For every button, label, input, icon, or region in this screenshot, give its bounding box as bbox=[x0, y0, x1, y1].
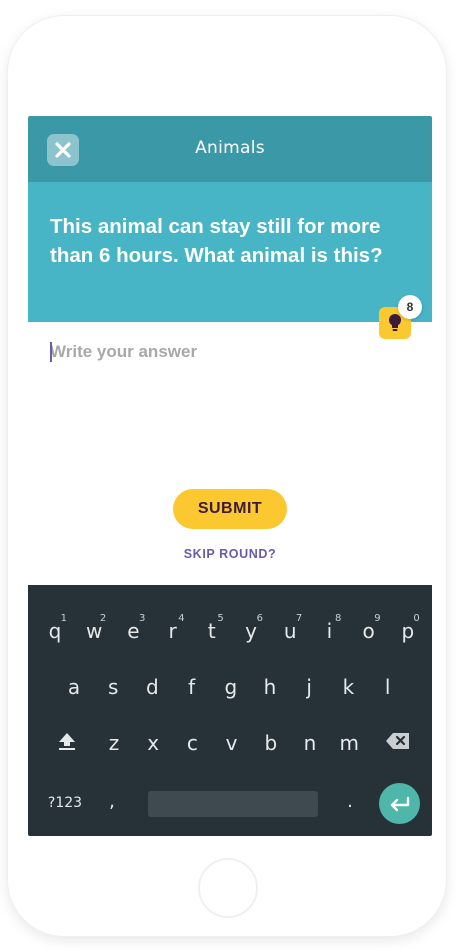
key-w[interactable]: 2w bbox=[76, 609, 112, 653]
header-bar: Animals bbox=[28, 116, 432, 182]
backspace-icon bbox=[386, 733, 409, 749]
key-number-hint: 2 bbox=[99, 613, 107, 624]
key-label: p bbox=[401, 619, 415, 643]
key-i[interactable]: 8i bbox=[311, 609, 347, 653]
key-label: e bbox=[127, 619, 140, 643]
key-o[interactable]: 9o bbox=[351, 609, 387, 653]
space-key[interactable] bbox=[148, 791, 318, 817]
key-p[interactable]: 0p bbox=[390, 609, 426, 653]
key-z[interactable]: z bbox=[96, 721, 132, 765]
key-d[interactable]: d bbox=[134, 665, 170, 709]
key-number-hint: 8 bbox=[335, 613, 342, 624]
key-label: i bbox=[326, 619, 333, 643]
question-text: This animal can stay still for more than… bbox=[50, 215, 383, 267]
key-number-hint: 4 bbox=[178, 613, 185, 624]
key-f[interactable]: f bbox=[174, 665, 210, 709]
key-label: q bbox=[48, 619, 62, 643]
key-v[interactable]: v bbox=[214, 721, 250, 765]
key-j[interactable]: j bbox=[291, 665, 327, 709]
key-number-hint: 0 bbox=[413, 613, 420, 624]
key-number-hint: 1 bbox=[60, 613, 67, 624]
key-r[interactable]: 4r bbox=[155, 609, 191, 653]
key-q[interactable]: 1q bbox=[37, 609, 73, 653]
key-label: o bbox=[362, 619, 375, 643]
key-m[interactable]: m bbox=[331, 721, 367, 765]
key-c[interactable]: c bbox=[174, 721, 210, 765]
lightbulb-icon bbox=[389, 314, 401, 331]
home-button[interactable] bbox=[198, 858, 258, 918]
key-u[interactable]: 7u bbox=[272, 609, 308, 653]
key-x[interactable]: x bbox=[135, 721, 171, 765]
key-l[interactable]: l bbox=[370, 665, 406, 709]
key-number-hint: 7 bbox=[295, 613, 303, 624]
key-b[interactable]: b bbox=[253, 721, 289, 765]
key-label: u bbox=[283, 619, 297, 643]
shift-icon bbox=[59, 733, 75, 750]
backspace-key[interactable] bbox=[380, 719, 416, 763]
text-caret bbox=[50, 342, 52, 362]
page-title: Animals bbox=[195, 138, 265, 158]
skip-round-link[interactable]: SKIP ROUND? bbox=[28, 547, 432, 561]
submit-button[interactable]: SUBMIT bbox=[173, 489, 287, 529]
key-number-hint: 6 bbox=[256, 613, 263, 624]
key-number-hint: 9 bbox=[374, 613, 381, 624]
key-t[interactable]: 5t bbox=[194, 609, 230, 653]
app-screen: Animals This animal can stay still for m… bbox=[28, 116, 432, 836]
hint-count-badge: 8 bbox=[398, 295, 422, 319]
key-label: y bbox=[245, 619, 257, 643]
answer-input[interactable] bbox=[50, 340, 390, 364]
key-label: t bbox=[207, 619, 216, 643]
key-number-hint: 5 bbox=[217, 613, 224, 624]
comma-key[interactable]: , bbox=[94, 779, 130, 823]
key-g[interactable]: g bbox=[213, 665, 249, 709]
key-k[interactable]: k bbox=[330, 665, 366, 709]
question-panel: This animal can stay still for more than… bbox=[28, 182, 432, 322]
key-y[interactable]: 6y bbox=[233, 609, 269, 653]
key-number-hint: 3 bbox=[139, 613, 146, 624]
key-h[interactable]: h bbox=[252, 665, 288, 709]
key-n[interactable]: n bbox=[292, 721, 328, 765]
key-s[interactable]: s bbox=[95, 665, 131, 709]
shift-key[interactable] bbox=[49, 719, 85, 763]
period-key[interactable]: . bbox=[332, 779, 368, 823]
key-a[interactable]: a bbox=[56, 665, 92, 709]
enter-arrow-icon bbox=[390, 796, 409, 811]
key-label: r bbox=[168, 619, 177, 643]
enter-key[interactable] bbox=[379, 783, 420, 824]
symbols-key[interactable]: ?123 bbox=[42, 781, 88, 825]
on-screen-keyboard: 1q2w3e4r5t6y7u8i9o0p asdfghjkl zxcvbnm ?… bbox=[28, 585, 432, 836]
key-e[interactable]: 3e bbox=[115, 609, 151, 653]
